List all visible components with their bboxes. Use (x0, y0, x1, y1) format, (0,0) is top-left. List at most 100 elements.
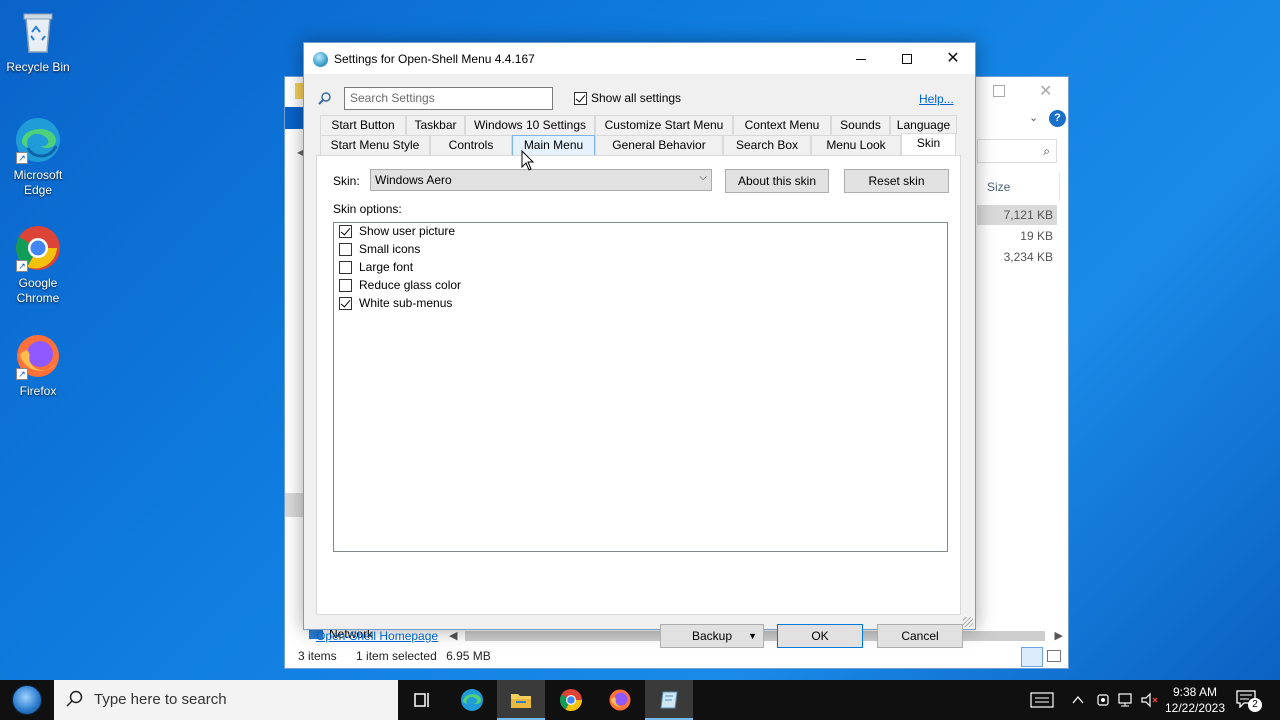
tab-context-menu[interactable]: Context Menu (733, 115, 831, 135)
help-link[interactable]: Help... (919, 92, 954, 106)
taskbar-app-firefox[interactable] (596, 680, 644, 720)
taskbar-search-box[interactable]: Type here to search (54, 680, 398, 720)
desktop-icon-label: Microsoft Edge (13, 168, 63, 197)
scroll-left-icon[interactable]: ◀ (449, 629, 457, 642)
network-status-icon[interactable] (1117, 692, 1135, 708)
checkbox[interactable] (339, 225, 352, 239)
action-center-button[interactable]: 2 (1236, 690, 1262, 712)
tab-taskbar[interactable]: Taskbar (406, 115, 465, 135)
backup-label: Backup (691, 629, 733, 643)
tab-controls[interactable]: Controls (430, 135, 512, 155)
close-icon: ✕ (946, 50, 960, 67)
tab-customize-start-menu[interactable]: Customize Start Menu (595, 115, 733, 135)
file-size-cell[interactable]: 7,121 KB (977, 205, 1057, 225)
meet-now-icon[interactable] (1096, 692, 1110, 708)
open-shell-homepage-link[interactable]: Open-Shell Homepage (316, 629, 438, 643)
open-shell-icon (313, 52, 328, 67)
chevron-down-icon: ⌵ (699, 172, 707, 183)
option-reduce-glass-color[interactable]: Reduce glass color (339, 278, 461, 296)
chevron-up-icon[interactable] (1071, 693, 1085, 707)
minimize-icon (856, 58, 866, 60)
minimize-button[interactable] (838, 43, 884, 74)
tab-language[interactable]: Language (890, 115, 957, 135)
task-view-icon (414, 693, 429, 707)
skin-options-list[interactable]: Show user picture Small icons Large font… (333, 222, 948, 552)
dialog-title: Settings for Open-Shell Menu 4.4.167 (334, 52, 535, 66)
cancel-button[interactable]: Cancel (877, 624, 963, 648)
shortcut-arrow-icon: ↗ (16, 260, 28, 272)
volume-muted-icon[interactable] (1140, 692, 1160, 708)
about-skin-button[interactable]: About this skin (725, 169, 829, 193)
taskbar-clock[interactable]: 9:38 AM 12/22/2023 (1160, 684, 1230, 716)
ribbon-tab-file[interactable] (285, 107, 305, 129)
checkbox[interactable] (339, 297, 352, 311)
chevron-down-icon[interactable]: ⌄ (1029, 111, 1038, 124)
tab-start-button[interactable]: Start Button (320, 115, 406, 135)
taskbar-app-file-explorer[interactable] (497, 680, 545, 720)
explorer-search-box[interactable]: ⌕ (977, 139, 1057, 163)
details-view-icon[interactable] (1021, 647, 1043, 667)
search-icon: ⌕ (1043, 144, 1050, 158)
maximize-icon (902, 54, 912, 65)
close-icon[interactable]: ✕ (1039, 81, 1052, 101)
checkbox[interactable] (574, 92, 587, 106)
reset-skin-button[interactable]: Reset skin (844, 169, 949, 193)
desktop-icon-recycle-bin[interactable]: Recycle Bin (0, 8, 76, 75)
option-large-font[interactable]: Large font (339, 260, 413, 278)
help-icon[interactable]: ? (1049, 110, 1066, 127)
start-button[interactable] (0, 680, 54, 720)
backup-button[interactable]: Backup ▼ (660, 624, 764, 648)
taskbar-app-chrome[interactable] (547, 680, 595, 720)
desktop-icon-edge[interactable]: ↗ Microsoft Edge (0, 116, 76, 198)
dialog-titlebar[interactable]: Settings for Open-Shell Menu 4.4.167 ✕ (304, 43, 975, 74)
settings-dialog[interactable]: Settings for Open-Shell Menu 4.4.167 ✕ S… (303, 42, 976, 648)
maximize-button[interactable] (884, 43, 930, 74)
desktop-icon-label: Google Chrome (16, 276, 60, 305)
tab-windows-10-settings[interactable]: Windows 10 Settings (465, 115, 595, 135)
desktop-icon-firefox[interactable]: ↗ Firefox (0, 332, 76, 399)
tab-start-menu-style[interactable]: Start Menu Style (320, 135, 430, 155)
large-icons-view-icon[interactable] (1047, 650, 1061, 662)
file-size-cell[interactable]: 3,234 KB (977, 247, 1057, 267)
task-view-button[interactable] (398, 680, 446, 720)
checkbox[interactable] (339, 279, 352, 293)
checkbox[interactable] (339, 243, 352, 257)
checkbox[interactable] (339, 261, 352, 275)
scroll-right-icon[interactable]: ▶ (1055, 629, 1063, 642)
option-show-user-picture[interactable]: Show user picture (339, 224, 455, 242)
show-all-settings-checkbox[interactable]: Show all settings (574, 91, 681, 106)
option-label: Large font (359, 260, 414, 274)
desktop-icon-chrome[interactable]: ↗ Google Chrome (0, 224, 76, 306)
column-header-size[interactable]: Size (987, 180, 1010, 194)
resize-grip-icon[interactable] (963, 617, 973, 627)
taskbar-search-placeholder: Type here to search (94, 691, 227, 708)
close-button[interactable]: ✕ (930, 43, 976, 74)
open-shell-settings-icon (660, 691, 678, 709)
ok-button[interactable]: OK (777, 624, 863, 648)
tab-skin[interactable]: Skin (901, 133, 956, 155)
tab-general-behavior[interactable]: General Behavior (595, 135, 723, 155)
skin-dropdown-value: Windows Aero (375, 173, 452, 187)
tab-search-box[interactable]: Search Box (723, 135, 811, 155)
chrome-icon: ↗ (14, 224, 62, 272)
file-size-cell[interactable]: 19 KB (977, 226, 1057, 246)
taskbar-app-edge[interactable] (448, 680, 496, 720)
skin-dropdown[interactable]: Windows Aero ⌵ (370, 169, 712, 191)
tab-sounds[interactable]: Sounds (831, 115, 890, 135)
maximize-icon[interactable] (993, 85, 1005, 97)
option-white-sub-menus[interactable]: White sub-menus (339, 296, 452, 314)
status-item-count: 3 items (298, 649, 337, 663)
option-small-icons[interactable]: Small icons (339, 242, 420, 260)
taskbar-app-open-shell-settings[interactable] (645, 680, 693, 720)
dropdown-arrow-icon: ▼ (748, 631, 757, 641)
tab-menu-look[interactable]: Menu Look (811, 135, 901, 155)
clock-date: 12/22/2023 (1164, 701, 1226, 715)
clock-time: 9:38 AM (1172, 685, 1218, 699)
input-indicator-icon[interactable] (1030, 691, 1056, 709)
recycle-bin-icon (14, 8, 62, 56)
settings-search-input[interactable]: Search Settings (344, 87, 553, 110)
firefox-icon (609, 689, 631, 711)
mouse-cursor-icon (521, 150, 535, 171)
search-icon (66, 690, 83, 707)
search-icon (318, 92, 331, 105)
